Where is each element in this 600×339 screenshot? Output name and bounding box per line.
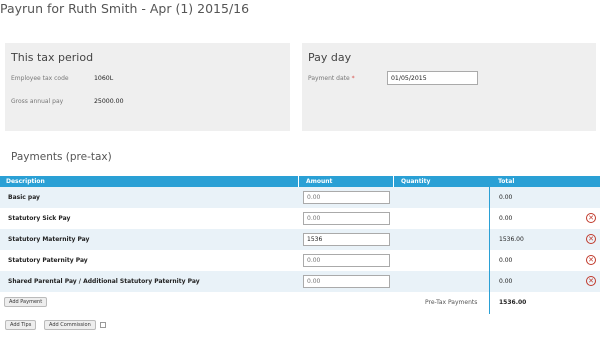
row-total: 0.00 [499, 194, 513, 201]
header-divider [393, 176, 394, 187]
header-amount: Amount [306, 178, 333, 185]
amount-input[interactable] [303, 212, 390, 225]
gross-annual-pay-value: 25000.00 [94, 98, 124, 105]
pretax-payments-label: Pre-Tax Payments [425, 299, 478, 306]
header-divider [298, 176, 299, 187]
row-total: 0.00 [499, 278, 513, 285]
tax-period-title: This tax period [11, 51, 94, 64]
tax-code-label: Employee tax code [11, 75, 69, 82]
header-quantity: Quantity [401, 178, 431, 185]
pay-day-panel: Pay day Payment date * [302, 43, 596, 131]
row-description: Statutory Sick Pay [8, 215, 71, 222]
row-description: Statutory Maternity Pay [8, 236, 90, 243]
remove-circle-icon[interactable]: ✕ [586, 234, 596, 244]
row-description: Shared Parental Pay / Additional Statuto… [8, 278, 200, 285]
amount-input[interactable] [303, 233, 390, 246]
row-total: 1536.00 [499, 236, 524, 243]
page-title: Payrun for Ruth Smith - Apr (1) 2015/16 [0, 1, 250, 16]
amount-input[interactable] [303, 254, 390, 267]
add-payment-button[interactable]: Add Payment [4, 297, 48, 307]
add-tips-button[interactable]: Add Tips [5, 320, 37, 330]
add-commission-button[interactable]: Add Commission [44, 320, 96, 330]
table-row: Statutory Maternity Pay 1536.00 ✕ [0, 229, 600, 250]
commission-checkbox[interactable] [100, 322, 106, 328]
pay-day-title: Pay day [308, 51, 352, 64]
header-total: Total [498, 178, 515, 185]
payment-date-label: Payment date * [308, 75, 355, 82]
header-description: Description [6, 178, 45, 185]
total-column-divider [489, 176, 490, 314]
gross-annual-pay-label: Gross annual pay [11, 98, 64, 105]
amount-input[interactable] [303, 191, 390, 204]
payment-date-label-text: Payment date [308, 75, 350, 82]
payments-table: Description Amount Quantity Total Basic … [0, 176, 600, 312]
tax-period-panel: This tax period Employee tax code 1060L … [5, 43, 290, 131]
remove-circle-icon[interactable]: ✕ [586, 213, 596, 223]
required-mark: * [351, 75, 355, 82]
payments-table-header: Description Amount Quantity Total [0, 176, 600, 187]
row-description: Statutory Paternity Pay [8, 257, 88, 264]
table-row: Statutory Sick Pay 0.00 ✕ [0, 208, 600, 229]
amount-input[interactable] [303, 275, 390, 288]
payments-footer-row: Add Payment Pre-Tax Payments 1536.00 [0, 292, 600, 312]
table-row: Statutory Paternity Pay 0.00 ✕ [0, 250, 600, 271]
remove-circle-icon[interactable]: ✕ [586, 276, 596, 286]
row-total: 0.00 [499, 215, 513, 222]
row-description: Basic pay [8, 194, 40, 201]
tax-code-value: 1060L [94, 75, 114, 82]
pretax-payments-total: 1536.00 [499, 299, 527, 306]
table-row: Basic pay 0.00 [0, 187, 600, 208]
remove-circle-icon[interactable]: ✕ [586, 255, 596, 265]
payment-date-input[interactable] [387, 71, 478, 85]
payments-section-title: Payments (pre-tax) [11, 151, 112, 163]
table-row: Shared Parental Pay / Additional Statuto… [0, 271, 600, 292]
row-total: 0.00 [499, 257, 513, 264]
